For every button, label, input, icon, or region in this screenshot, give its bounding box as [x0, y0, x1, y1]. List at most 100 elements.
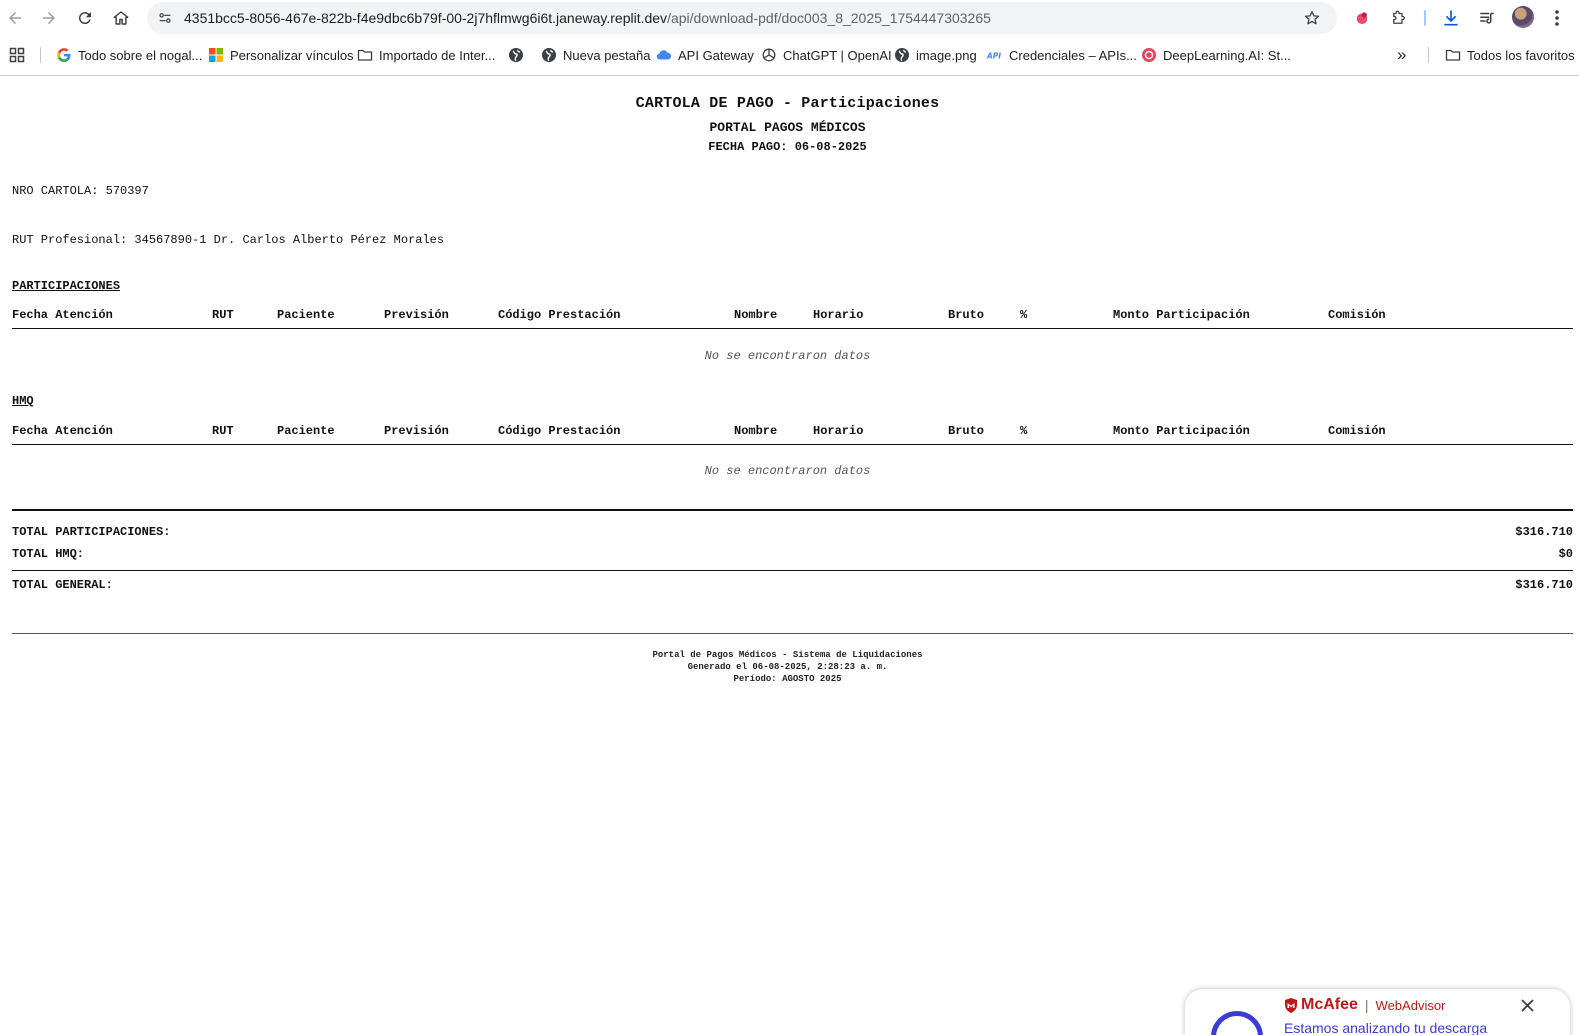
bookmark-item[interactable]: DeepLearning.AI: St...: [1141, 45, 1291, 65]
column-header: %: [1020, 424, 1028, 438]
empty-table-message: No se encontraron datos: [704, 464, 871, 478]
forward-icon: [43, 12, 55, 24]
webadvisor-label: WebAdvisor: [1375, 997, 1446, 1013]
bookmark-item[interactable]: [508, 45, 530, 65]
reload-button[interactable]: [71, 4, 99, 32]
deeplearning-icon: [1141, 47, 1157, 63]
profile-avatar[interactable]: [1512, 6, 1534, 28]
bookmark-folder[interactable]: Importado de Inter...: [357, 45, 495, 65]
bookmark-label: Nueva pestaña: [563, 47, 651, 63]
column-header: RUT: [212, 424, 234, 438]
total-hmq-value: $0: [1558, 547, 1573, 561]
bookmarks-separator: [1428, 47, 1429, 63]
column-header: Comisión: [1328, 308, 1386, 322]
bookmark-star-button[interactable]: [1301, 7, 1323, 29]
section-title-hmq: HMQ: [12, 394, 34, 408]
apps-button[interactable]: [9, 45, 31, 65]
close-popup-button[interactable]: [1518, 996, 1536, 1014]
bookmarks-separator: [40, 47, 41, 63]
column-header: Paciente: [277, 308, 335, 322]
column-header: Previsión: [384, 308, 449, 322]
address-bar[interactable]: 4351bcc5-8056-467e-822b-f4e9dbc6b79f-00-…: [147, 2, 1337, 34]
bookmark-item[interactable]: Personalizar vínculos: [208, 45, 354, 65]
folder-icon: [1445, 47, 1461, 63]
column-header: Horario: [813, 424, 864, 438]
column-header: Nombre: [734, 308, 778, 322]
all-bookmarks-folder[interactable]: Todos los favoritos: [1445, 45, 1575, 65]
bookmark-label: Importado de Inter...: [379, 47, 496, 63]
toolbar-separator: [1424, 10, 1426, 26]
download-icon: [1444, 10, 1458, 26]
mcafee-brand: McAfee: [1301, 996, 1358, 1013]
payment-date: FECHA PAGO: 06-08-2025: [708, 140, 867, 154]
bookmark-label: Todo sobre el nogal...: [78, 47, 203, 63]
browser-toolbar: 4351bcc5-8056-467e-822b-f4e9dbc6b79f-00-…: [0, 0, 1579, 36]
chevron-double-right-icon: »: [1397, 45, 1407, 64]
bookmark-label: image.png: [916, 47, 977, 63]
bookmark-item[interactable]: image.png: [894, 45, 977, 65]
puzzle-icon: [1393, 10, 1405, 24]
apps-grid-icon: [9, 47, 25, 63]
globe-icon: [894, 47, 910, 63]
column-header: Fecha Atención: [12, 424, 113, 438]
totals-top-divider: [12, 509, 1573, 511]
google-icon: [56, 47, 72, 63]
reload-icon: [78, 12, 91, 25]
extensions-menu-button[interactable]: [1386, 5, 1412, 31]
api-icon: API: [987, 47, 1003, 63]
pdf-document: CARTOLA DE PAGO - Participaciones PORTAL…: [0, 76, 1579, 1035]
section-title-participaciones: PARTICIPACIONES: [12, 279, 121, 293]
column-header: Paciente: [277, 424, 335, 438]
mcafee-logo: McAfee | WebAdvisor: [1284, 996, 1445, 1014]
extension-button[interactable]: [1349, 5, 1375, 31]
url-host: 4351bcc5-8056-467e-822b-f4e9dbc6b79f-00-…: [184, 10, 668, 26]
svg-text:API: API: [987, 52, 1001, 61]
popup-message: Estamos analizando tu descarga: [1284, 1020, 1488, 1035]
column-header: Bruto: [948, 424, 985, 438]
column-header: Código Prestación: [498, 424, 621, 438]
column-header: Código Prestación: [498, 308, 621, 322]
column-header: Fecha Atención: [12, 308, 113, 322]
column-header: Previsión: [384, 424, 449, 438]
chrome-menu-button[interactable]: [1547, 5, 1567, 31]
mcafee-webadvisor-popup[interactable]: McAfee | WebAdvisor Estamos analizando t…: [1185, 989, 1570, 1035]
footer-line: Portal de Pagos Médicos - Sistema de Liq…: [652, 650, 923, 660]
totals-divider: [12, 570, 1573, 571]
bookmark-label: ChatGPT | OpenAI: [783, 47, 892, 63]
total-participaciones-value: $316.710: [1515, 525, 1573, 539]
home-icon: [113, 11, 129, 25]
globe-icon: [541, 47, 557, 63]
column-header: Comisión: [1328, 424, 1386, 438]
site-info-icon: [159, 13, 171, 23]
footer-line: Generado el 06-08-2025, 2:28:23 a. m.: [687, 662, 888, 672]
column-header: RUT: [212, 308, 234, 322]
mcafee-shield-icon: [1285, 997, 1297, 1013]
more-bookmarks-button[interactable]: »: [1397, 45, 1406, 65]
column-header: Nombre: [734, 424, 778, 438]
downloads-button[interactable]: [1438, 5, 1464, 31]
bookmark-item[interactable]: Todo sobre el nogal...: [56, 45, 202, 65]
footer-divider: [12, 633, 1573, 634]
site-info-button[interactable]: [153, 6, 177, 30]
url-text[interactable]: 4351bcc5-8056-467e-822b-f4e9dbc6b79f-00-…: [184, 10, 991, 26]
bookmark-item[interactable]: Nueva pestaña: [541, 45, 650, 65]
empty-table-message: No se encontraron datos: [704, 349, 871, 363]
media-controls-button[interactable]: [1474, 5, 1500, 31]
loading-spinner-icon: [1211, 1011, 1263, 1035]
forward-button[interactable]: [35, 4, 63, 32]
table-header-divider: [12, 328, 1573, 329]
globe-icon: [508, 47, 524, 63]
total-participaciones-label: TOTAL PARTICIPACIONES:: [12, 525, 171, 539]
bookmark-item[interactable]: API Credenciales – APIs...: [987, 45, 1137, 65]
back-button[interactable]: [1, 4, 29, 32]
cloud-icon: [656, 47, 672, 63]
bookmark-item[interactable]: API Gateway: [656, 45, 754, 65]
folder-icon: [357, 47, 373, 63]
browser-chrome: 4351bcc5-8056-467e-822b-f4e9dbc6b79f-00-…: [0, 0, 1579, 76]
back-icon: [9, 12, 21, 24]
bookmark-item[interactable]: ChatGPT | OpenAI: [761, 45, 892, 65]
close-icon: [1520, 998, 1534, 1012]
home-button[interactable]: [107, 4, 135, 32]
bookmark-label: Personalizar vínculos: [230, 47, 354, 63]
bookmark-label: API Gateway: [678, 47, 754, 63]
